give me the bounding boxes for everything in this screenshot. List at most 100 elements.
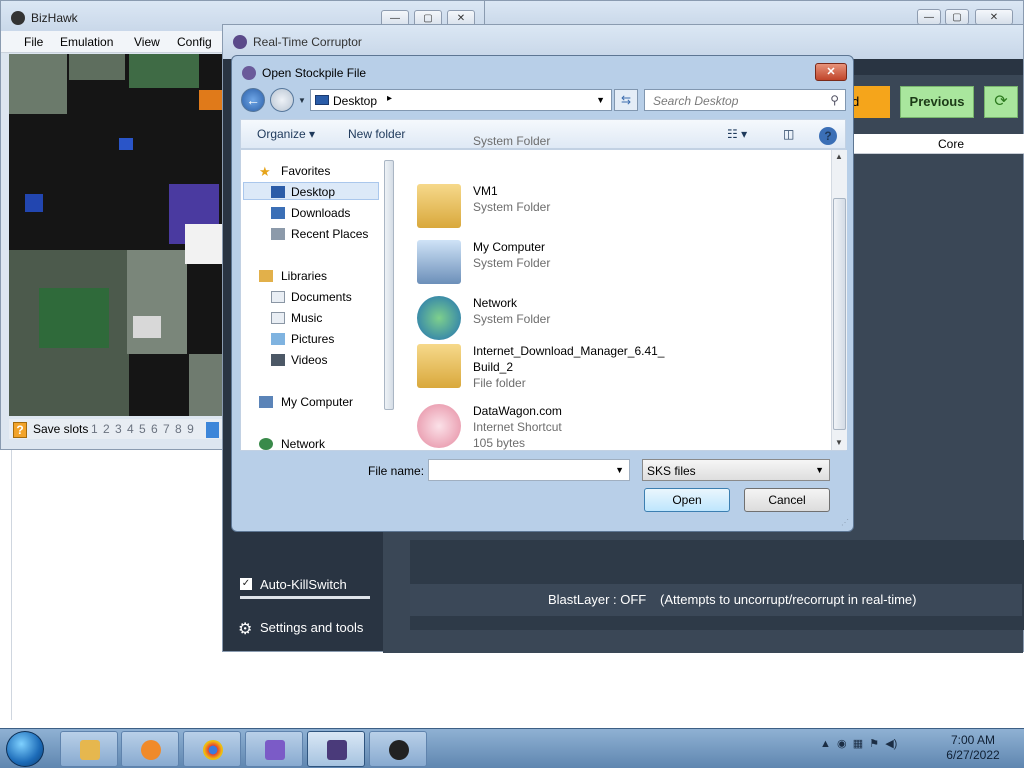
nav-downloads[interactable]: Downloads [291, 206, 350, 220]
taskbar-bizhawk[interactable] [369, 731, 427, 767]
start-button[interactable] [6, 731, 44, 767]
back-button[interactable]: ← [241, 88, 265, 112]
dialog-app-icon [242, 66, 256, 80]
file-type: System Folder [473, 256, 551, 270]
recent-locations-dropdown[interactable]: ▼ [298, 96, 306, 105]
game-tile [189, 354, 225, 416]
game-tile [129, 54, 199, 88]
taskbar-chrome[interactable] [183, 731, 241, 767]
taskbar-vanguard[interactable] [245, 731, 303, 767]
view-options-icon[interactable]: ☷ ▾ [727, 127, 747, 141]
folder-icon [80, 740, 100, 760]
file-list-scrollbar[interactable]: ▲ ▼ [831, 150, 847, 450]
nav-network[interactable]: Network [281, 437, 325, 451]
maximize-button[interactable]: ▢ [945, 9, 969, 25]
list-item[interactable]: System Folder [409, 134, 709, 158]
rtc-icon [327, 740, 347, 760]
game-screen[interactable] [9, 54, 225, 416]
cancel-button[interactable]: Cancel [744, 488, 830, 512]
taskbar-rtc[interactable] [307, 731, 365, 767]
system-tray[interactable]: ▲ ◉ ▦ ⚑ ◀) [820, 737, 897, 750]
file-name: DataWagon.com [473, 404, 562, 418]
save-slots-label: Save slots [33, 422, 89, 436]
file-name-input[interactable]: ▼ [428, 459, 630, 481]
help-icon[interactable]: ? [819, 127, 837, 145]
background-window-edge [0, 450, 12, 720]
videos-icon [271, 354, 285, 366]
breadcrumb-arrow-icon[interactable]: ▸ [387, 93, 392, 104]
column-core[interactable]: Core [938, 137, 964, 151]
auto-killswitch[interactable]: ✓ Auto-KillSwitch [240, 577, 347, 592]
scroll-down-icon[interactable]: ▼ [835, 438, 843, 447]
music-icon [271, 312, 285, 324]
file-type: System Folder [473, 312, 551, 326]
gear-icon: ⚙ [238, 621, 253, 638]
menu-file[interactable]: File [24, 35, 43, 49]
organize-button[interactable]: Organize ▾ [257, 127, 315, 141]
blastlayer-bar[interactable]: BlastLayer : OFF (Attempts to uncorrupt/… [410, 584, 1022, 616]
scroll-thumb[interactable] [833, 198, 846, 430]
rtc-app-icon [233, 35, 247, 49]
load-button[interactable]: d [848, 86, 890, 118]
list-item[interactable]: Network System Folder [409, 294, 709, 344]
address-text: Desktop [333, 94, 378, 108]
search-icon[interactable]: ⚲ [830, 93, 839, 107]
reroll-button[interactable]: ⟳ [984, 86, 1018, 118]
nav-pane-scrollbar[interactable] [382, 150, 396, 450]
bizhawk-app-icon [11, 11, 25, 25]
list-item[interactable]: Internet_Download_Manager_6.41_ Build_2 … [409, 342, 709, 398]
file-type: Internet Shortcut [473, 420, 562, 434]
search-input[interactable]: Search Desktop ⚲ [644, 89, 846, 111]
nav-my-computer[interactable]: My Computer [281, 395, 353, 409]
close-button[interactable]: ✕ [975, 9, 1013, 25]
file-type-value: SKS files [647, 464, 696, 478]
list-item[interactable]: My Computer System Folder [409, 238, 709, 288]
save-slots-bar: ? Save slots 1 2 3 4 5 6 7 8 9 [9, 419, 225, 439]
address-bar[interactable]: Desktop ▸ ▼ [310, 89, 612, 111]
list-item[interactable]: VM1 System Folder [409, 182, 709, 232]
nav-music[interactable]: Music [291, 311, 322, 325]
selected-slot-indicator[interactable] [206, 422, 219, 438]
chevron-down-icon[interactable]: ▼ [815, 465, 824, 475]
file-name-continued: Build_2 [473, 360, 514, 374]
rtc-titlebar[interactable]: Real-Time Corruptor [223, 25, 1023, 59]
settings-and-tools-button[interactable]: ⚙ Settings and tools [238, 620, 364, 638]
close-button[interactable]: ✕ [815, 63, 847, 81]
nav-recent-places[interactable]: Recent Places [291, 227, 368, 241]
open-button[interactable]: Open [644, 488, 730, 512]
chevron-down-icon[interactable]: ▼ [615, 465, 624, 475]
file-type-select[interactable]: SKS files ▼ [642, 459, 830, 481]
preview-pane-icon[interactable]: ◫ [783, 127, 794, 141]
game-tile [9, 54, 67, 114]
nav-libraries[interactable]: Libraries [281, 269, 327, 283]
settings-label: Settings and tools [260, 620, 364, 635]
nav-documents[interactable]: Documents [291, 290, 352, 304]
new-folder-button[interactable]: New folder [348, 127, 405, 141]
list-item[interactable]: DataWagon.com Internet Shortcut 105 byte… [409, 402, 709, 454]
refresh-button[interactable]: ⇆ [614, 89, 638, 111]
file-name-label: File name: [368, 464, 425, 478]
game-sprite [185, 224, 225, 264]
save-slot-numbers[interactable]: 1 2 3 4 5 6 7 8 9 [91, 422, 195, 436]
documents-icon [271, 291, 285, 303]
menu-emulation[interactable]: Emulation [60, 35, 113, 49]
taskbar-media-player[interactable] [121, 731, 179, 767]
nav-favorites[interactable]: Favorites [281, 164, 330, 178]
previous-button[interactable]: Previous [900, 86, 974, 118]
nav-videos[interactable]: Videos [291, 353, 327, 367]
menu-config[interactable]: Config [177, 35, 212, 49]
scroll-up-icon[interactable]: ▲ [835, 152, 843, 161]
nav-desktop[interactable]: Desktop [291, 185, 335, 199]
media-player-icon [141, 740, 161, 760]
menu-view[interactable]: View [134, 35, 160, 49]
forward-button[interactable] [270, 88, 294, 112]
nav-pictures[interactable]: Pictures [291, 332, 334, 346]
minimize-button[interactable]: — [917, 9, 941, 25]
scroll-thumb[interactable] [384, 160, 394, 410]
resize-grip-icon[interactable]: ⋰ [841, 518, 849, 527]
checkbox-icon[interactable]: ✓ [240, 578, 252, 590]
file-list: System Folder VM1 System Folder My Compu… [401, 134, 831, 450]
chevron-down-icon[interactable]: ▼ [596, 95, 605, 105]
taskbar-explorer[interactable] [60, 731, 118, 767]
clock[interactable]: 7:00 AM 6/27/2022 [930, 733, 1016, 763]
